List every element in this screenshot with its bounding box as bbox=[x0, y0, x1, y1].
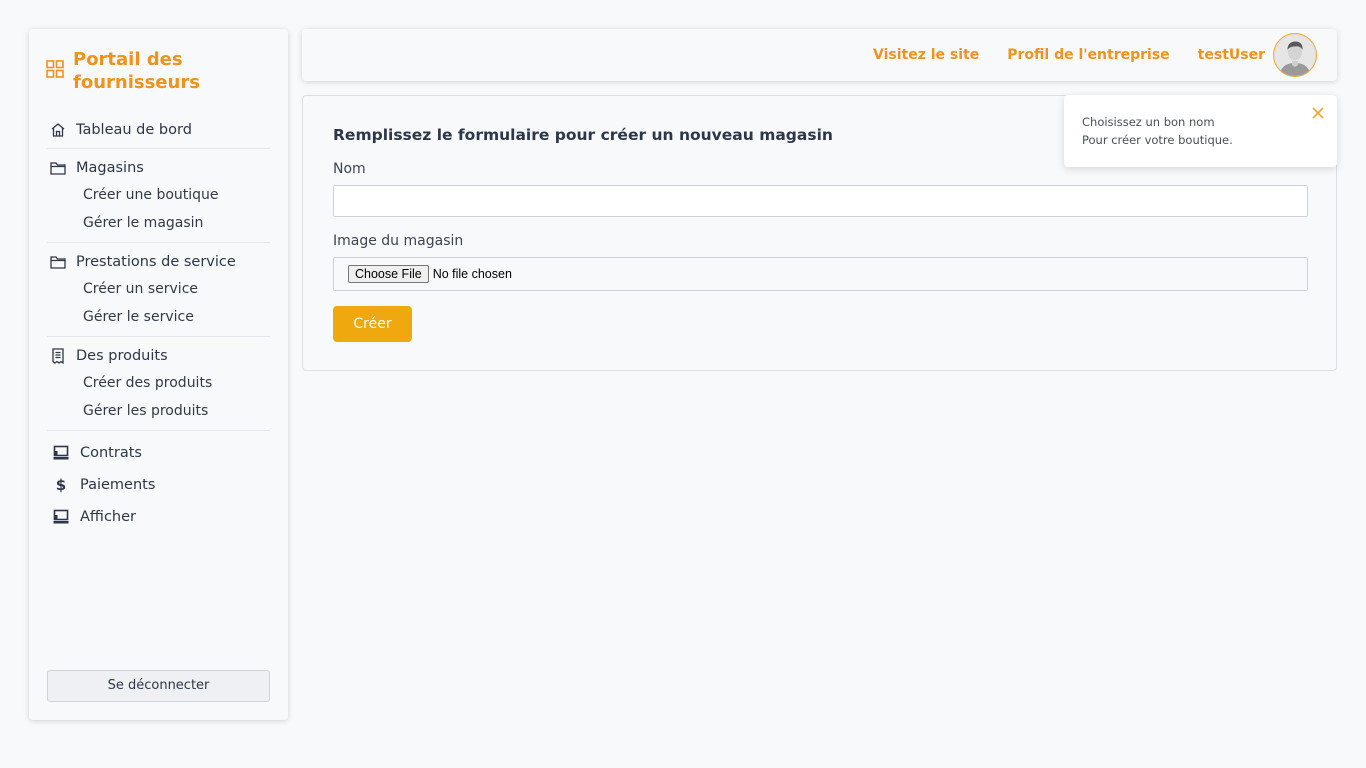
user-avatar-icon bbox=[1275, 36, 1315, 76]
sidebar-item-create-service[interactable]: Créer un service bbox=[47, 275, 270, 303]
sidebar-item-products[interactable]: Des produits bbox=[47, 343, 270, 369]
sidebar-item-label: Tableau de bord bbox=[76, 122, 192, 138]
topbar-links: Visitez le site Profil de l'entreprise t… bbox=[845, 29, 1317, 81]
monitor-icon bbox=[47, 444, 75, 462]
sidebar-item-dashboard[interactable]: Tableau de bord bbox=[47, 117, 270, 143]
sidebar: Portail des fournisseurs Tableau de bord… bbox=[29, 29, 288, 720]
monitor-icon bbox=[47, 508, 75, 526]
company-profile-link[interactable]: Profil de l'entreprise bbox=[1007, 47, 1169, 63]
file-status: No file chosen bbox=[432, 267, 512, 281]
sidebar-item-label: Des produits bbox=[76, 348, 168, 364]
sidebar-item-label: Prestations de service bbox=[76, 254, 236, 270]
sidebar-item-contracts[interactable]: Contrats bbox=[47, 437, 270, 469]
close-icon[interactable] bbox=[1311, 106, 1325, 120]
topbar: Visitez le site Profil de l'entreprise t… bbox=[302, 29, 1337, 81]
sidebar-item-manage-service[interactable]: Gérer le service bbox=[47, 303, 270, 331]
sidebar-item-label: Afficher bbox=[80, 509, 136, 525]
create-button[interactable]: Créer bbox=[333, 306, 412, 342]
folder-icon bbox=[47, 159, 69, 177]
nav-group-dashboard: Tableau de bord bbox=[47, 117, 270, 149]
sidebar-item-create-store[interactable]: Créer une boutique bbox=[47, 181, 270, 209]
choose-file-button[interactable]: Choose File bbox=[348, 265, 429, 283]
sidebar-item-label: Paiements bbox=[80, 477, 156, 493]
dollar-icon: $ bbox=[55, 476, 67, 494]
image-file-input[interactable]: Choose File No file chosen bbox=[333, 257, 1308, 291]
receipt-icon bbox=[47, 347, 69, 365]
nav-group-services: Prestations de service Créer un service … bbox=[47, 249, 270, 337]
sidebar-item-display[interactable]: Afficher bbox=[47, 501, 270, 533]
sidebar-item-services[interactable]: Prestations de service bbox=[47, 249, 270, 275]
sidebar-item-create-products[interactable]: Créer des produits bbox=[47, 369, 270, 397]
name-input[interactable] bbox=[333, 185, 1308, 217]
sidebar-item-manage-store[interactable]: Gérer le magasin bbox=[47, 209, 270, 237]
username-link[interactable]: testUser bbox=[1198, 47, 1265, 63]
toast-line-1: Choisissez un bon nom bbox=[1082, 115, 1215, 129]
logout-button[interactable]: Se déconnecter bbox=[47, 670, 270, 702]
folder-icon bbox=[47, 253, 69, 271]
grid-icon bbox=[46, 60, 64, 78]
sidebar-item-payments[interactable]: $ Paiements bbox=[47, 469, 270, 501]
image-label: Image du magasin bbox=[333, 233, 464, 249]
brand-title: Portail des fournisseurs bbox=[73, 49, 200, 93]
avatar[interactable] bbox=[1273, 33, 1317, 77]
sidebar-item-label: Magasins bbox=[76, 160, 144, 176]
form-title: Remplissez le formulaire pour créer un n… bbox=[333, 126, 833, 144]
toast-line-2: Pour créer votre boutique. bbox=[1082, 133, 1233, 147]
sidebar-item-label: Contrats bbox=[80, 445, 142, 461]
name-label: Nom bbox=[333, 161, 366, 177]
visit-site-link[interactable]: Visitez le site bbox=[873, 47, 979, 63]
nav-group-products: Des produits Créer des produits Gérer le… bbox=[47, 343, 270, 431]
home-icon bbox=[47, 121, 69, 139]
sidebar-nav: Tableau de bord Magasins Créer une bouti… bbox=[47, 117, 270, 533]
toast-notification: Choisissez un bon nom Pour créer votre b… bbox=[1064, 95, 1337, 167]
nav-group-stores: Magasins Créer une boutique Gérer le mag… bbox=[47, 155, 270, 243]
sidebar-item-stores[interactable]: Magasins bbox=[47, 155, 270, 181]
brand[interactable]: Portail des fournisseurs bbox=[46, 48, 223, 94]
sidebar-item-manage-products[interactable]: Gérer les produits bbox=[47, 397, 270, 425]
